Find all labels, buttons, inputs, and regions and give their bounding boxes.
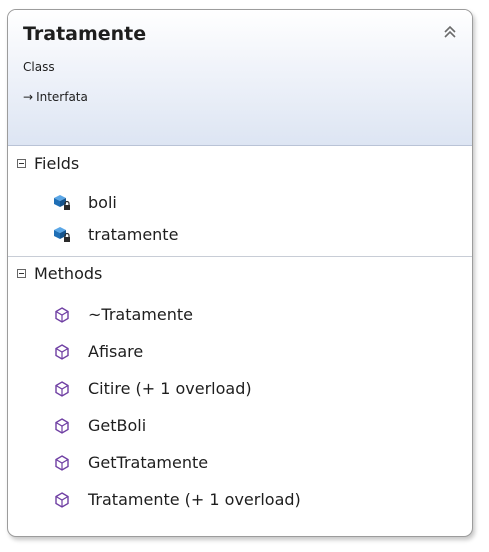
method-item-getboli[interactable]: GetBoli bbox=[8, 407, 472, 444]
fields-section-toggle[interactable]: Fields bbox=[8, 146, 472, 180]
methods-section-toggle[interactable]: Methods bbox=[8, 256, 472, 290]
method-icon bbox=[55, 454, 69, 471]
collapse-chevrons-icon[interactable] bbox=[442, 24, 458, 40]
private-field-icon bbox=[54, 195, 70, 210]
method-item-destructor[interactable]: ~Tratamente bbox=[8, 296, 472, 333]
method-name: GetBoli bbox=[88, 416, 147, 435]
method-icon bbox=[55, 380, 69, 397]
method-item-tratamente-ctor[interactable]: Tratamente (+ 1 overload) bbox=[8, 481, 472, 518]
method-name: Tratamente (+ 1 overload) bbox=[88, 490, 301, 509]
class-title: Tratamente bbox=[23, 23, 147, 45]
field-name: tratamente bbox=[88, 224, 179, 244]
class-header[interactable]: Tratamente Class → Interfata bbox=[8, 10, 472, 146]
base-class-name: Interfata bbox=[36, 90, 88, 104]
method-name: ~Tratamente bbox=[88, 305, 193, 324]
methods-section-label: Methods bbox=[34, 264, 103, 283]
field-item-tratamente[interactable]: tratamente bbox=[8, 218, 472, 250]
collapse-minus-icon[interactable] bbox=[17, 269, 26, 278]
class-box[interactable]: Tratamente Class → Interfata Fields boli bbox=[7, 9, 473, 537]
method-icon bbox=[55, 343, 69, 360]
method-name: Afisare bbox=[88, 342, 144, 361]
fields-list: boli tratamente bbox=[8, 180, 472, 256]
methods-list: ~Tratamente Afisare Citire (+ 1 overload… bbox=[8, 290, 472, 524]
fields-section-label: Fields bbox=[34, 153, 80, 173]
method-name: GetTratamente bbox=[88, 453, 209, 472]
collapse-minus-icon[interactable] bbox=[17, 158, 26, 168]
private-field-icon bbox=[54, 227, 70, 242]
inherits-arrow-icon: → bbox=[23, 90, 34, 104]
method-item-citire[interactable]: Citire (+ 1 overload) bbox=[8, 370, 472, 407]
class-kind: Class bbox=[23, 60, 55, 74]
inheritance-info: → Interfata bbox=[23, 90, 88, 104]
field-name: boli bbox=[88, 192, 117, 212]
method-item-gettratamente[interactable]: GetTratamente bbox=[8, 444, 472, 481]
field-item-boli[interactable]: boli bbox=[8, 186, 472, 218]
method-icon bbox=[55, 491, 69, 508]
method-icon bbox=[55, 306, 69, 323]
method-icon bbox=[55, 417, 69, 434]
method-item-afisare[interactable]: Afisare bbox=[8, 333, 472, 370]
method-name: Citire (+ 1 overload) bbox=[88, 379, 252, 398]
